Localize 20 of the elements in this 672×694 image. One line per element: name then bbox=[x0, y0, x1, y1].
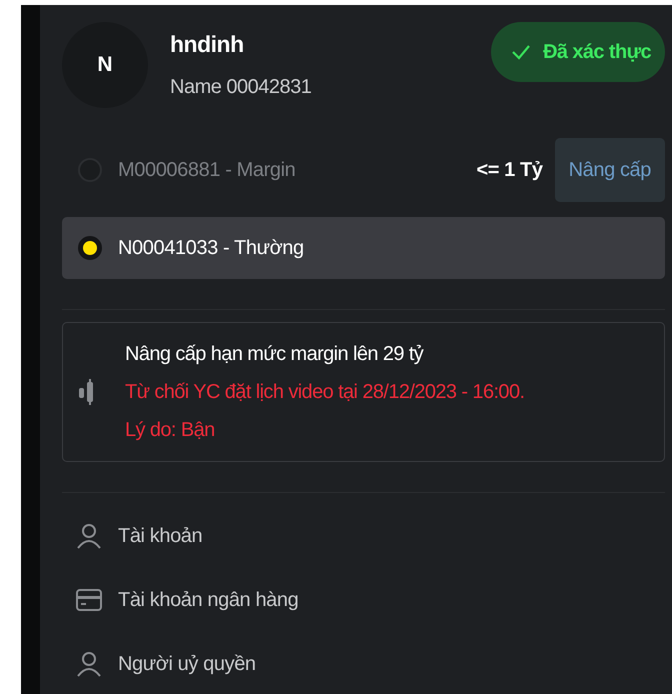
notice-message: Từ chối YC đặt lịch video tại 28/12/2023 - 16:00. bbox=[125, 380, 524, 405]
username: hndinh bbox=[170, 31, 245, 58]
account-item[interactable]: M00006881 - Margin <= 1 Tỷ Nâng cấp bbox=[62, 139, 665, 201]
account-item[interactable]: N00041033 - Thường bbox=[62, 217, 665, 279]
avatar: N bbox=[62, 22, 148, 108]
card-icon bbox=[76, 589, 102, 611]
display-name: Name 00042831 bbox=[170, 76, 312, 99]
candlestick-icon bbox=[79, 379, 93, 405]
radio-button[interactable] bbox=[78, 236, 102, 260]
person-icon bbox=[76, 651, 102, 677]
menu-item[interactable]: Tài khoản ngân hàng bbox=[76, 581, 665, 619]
person-icon bbox=[76, 523, 102, 549]
verified-label: Đã xác thực bbox=[543, 40, 651, 64]
menu-item[interactable]: Tài khoản bbox=[76, 517, 665, 555]
notice-title: Nâng cấp hạn mức margin lên 29 tỷ bbox=[125, 342, 424, 367]
upgrade-button[interactable]: Nâng cấp bbox=[554, 138, 665, 202]
menu-item[interactable]: Người uỷ quyền bbox=[76, 645, 665, 683]
check-icon bbox=[511, 44, 532, 60]
notice-message: Lý do: Bận bbox=[125, 418, 216, 443]
limit-label: <= 1 Tỷ bbox=[476, 158, 543, 182]
